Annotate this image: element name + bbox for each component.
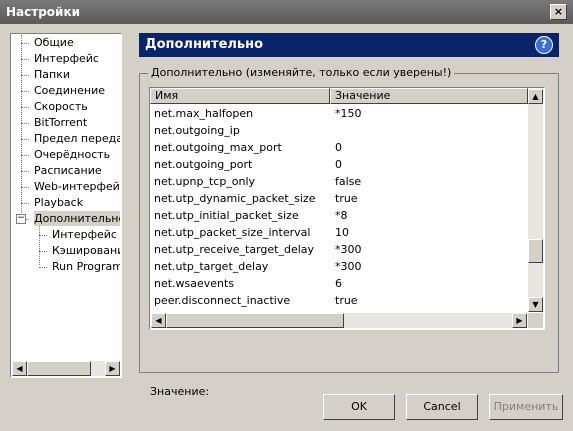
tree-guide-line: [21, 139, 29, 140]
scroll-right-icon[interactable]: ▶: [105, 361, 120, 376]
scroll-thumb[interactable]: [528, 239, 543, 263]
panel-title: Дополнительно: [145, 37, 264, 52]
cancel-button[interactable]: Cancel: [406, 394, 478, 420]
list-row[interactable]: net.utp_dynamic_packet_size true: [150, 190, 528, 207]
column-header-name[interactable]: Имя: [150, 88, 330, 104]
setting-name: net.outgoing_port: [154, 158, 253, 171]
setting-value: *8: [335, 209, 348, 222]
tree-guide-line: [21, 91, 29, 92]
advanced-panel: Дополнительно ? Дополнительно (изменяйте…: [139, 33, 559, 398]
setting-name: peer.disconnect_inactive: [154, 294, 291, 307]
list-row[interactable]: net.wsaevents 6: [150, 275, 528, 292]
setting-name: net.upnp_tcp_only: [154, 175, 256, 188]
column-header-value[interactable]: Значение: [330, 88, 528, 104]
setting-value: *300: [335, 260, 362, 273]
tree-item[interactable]: BitTorrent: [34, 115, 87, 130]
tree-guide-line: [21, 43, 29, 44]
tree-viewport: Общие Интерфейс Папки Соединение Скорость Bit…: [12, 35, 120, 360]
settings-list[interactable]: Имя Значение net.max_halfopen *150 net.out…: [149, 87, 545, 330]
window-title: Настройки: [6, 5, 81, 19]
scroll-thumb[interactable]: [166, 313, 344, 328]
tree-item[interactable]: Web-интерфейс: [34, 179, 120, 194]
tree-guide-line: [21, 35, 22, 217]
scroll-corner: [528, 313, 543, 328]
tree-item[interactable]: Playback: [34, 195, 83, 210]
scroll-up-icon[interactable]: ▲: [528, 89, 543, 104]
tree-item[interactable]: Run Program: [52, 259, 120, 274]
setting-name: net.max_halfopen: [154, 107, 254, 120]
panel-header: Дополнительно ?: [139, 33, 559, 57]
setting-value: true: [335, 192, 358, 205]
scroll-down-icon[interactable]: ▼: [528, 297, 543, 312]
tree-horizontal-scrollbar[interactable]: ◀ ▶: [12, 361, 120, 376]
tree-guide-line: [21, 203, 29, 204]
setting-value: 0: [335, 158, 342, 171]
tree-item[interactable]: Интерфейс: [34, 51, 99, 66]
scroll-right-icon[interactable]: ▶: [512, 313, 527, 328]
list-vertical-scrollbar[interactable]: ▲ ▼: [528, 89, 543, 312]
list-row[interactable]: net.outgoing_ip: [150, 122, 528, 139]
apply-button[interactable]: Применить: [489, 394, 563, 420]
close-icon[interactable]: ×: [550, 4, 567, 20]
list-row[interactable]: net.max_halfopen *150: [150, 105, 528, 122]
tree-item[interactable]: Предел передачи: [34, 131, 120, 146]
setting-name: net.utp_target_delay: [154, 260, 269, 273]
tree-item[interactable]: Скорость: [34, 99, 88, 114]
ok-button[interactable]: OK: [323, 394, 395, 420]
setting-name: net.outgoing_ip: [154, 124, 240, 137]
list-row[interactable]: net.utp_receive_target_delay *300: [150, 241, 528, 258]
setting-value: 10: [335, 226, 349, 239]
tree-guide-line: [21, 171, 29, 172]
setting-value: *300: [335, 243, 362, 256]
tree-item[interactable]: Соединение: [34, 83, 105, 98]
window-titlebar: Настройки ×: [0, 0, 573, 24]
list-horizontal-scrollbar[interactable]: ◀ ▶: [151, 313, 527, 328]
tree-guide-line: [21, 155, 29, 156]
setting-value: *150: [335, 107, 362, 120]
tree-guide-line: [39, 267, 47, 268]
list-row[interactable]: net.outgoing_max_port 0: [150, 139, 528, 156]
collapse-icon[interactable]: −: [16, 214, 26, 224]
setting-value: false: [335, 175, 362, 188]
tree-item[interactable]: Дополнительно: [34, 211, 120, 226]
tree-guide-line: [21, 123, 29, 124]
list-row[interactable]: peer.disconnect_inactive true: [150, 292, 528, 309]
scroll-left-icon[interactable]: ◀: [151, 313, 166, 328]
scroll-left-icon[interactable]: ◀: [12, 361, 27, 376]
advanced-group: Дополнительно (изменяйте, только если ув…: [139, 66, 559, 398]
tree-guide-line: [21, 59, 29, 60]
tree-item[interactable]: Очерёдность: [34, 147, 110, 162]
setting-name: net.utp_packet_size_interval: [154, 226, 311, 239]
setting-name: net.utp_initial_packet_size: [154, 209, 299, 222]
setting-value: true: [335, 294, 358, 307]
tree-guide-line: [39, 235, 47, 236]
tree-item[interactable]: Кэширование: [52, 243, 120, 258]
group-label: Дополнительно (изменяйте, только если ув…: [148, 66, 455, 79]
list-row[interactable]: net.utp_packet_size_interval 10: [150, 224, 528, 241]
value-label: Значение:: [150, 385, 210, 398]
tree-guide-line: [21, 187, 29, 188]
setting-name: net.outgoing_max_port: [154, 141, 282, 154]
tree-guide-line: [21, 107, 29, 108]
tree-item[interactable]: Общие: [34, 35, 74, 50]
list-header: Имя Значение: [150, 88, 528, 104]
setting-value: 6: [335, 277, 342, 290]
tree-guide-line: [39, 251, 47, 252]
tree-guide-line: [21, 75, 29, 76]
setting-value: 0: [335, 141, 342, 154]
list-row[interactable]: net.upnp_tcp_only false: [150, 173, 528, 190]
scroll-thumb[interactable]: [27, 361, 91, 376]
setting-name: net.utp_receive_target_delay: [154, 243, 315, 256]
help-icon[interactable]: ?: [535, 36, 553, 54]
list-row[interactable]: net.outgoing_port 0: [150, 156, 528, 173]
setting-name: net.utp_dynamic_packet_size: [154, 192, 316, 205]
setting-name: net.wsaevents: [154, 277, 235, 290]
tree-item[interactable]: Папки: [34, 67, 70, 82]
list-row[interactable]: net.utp_initial_packet_size *8: [150, 207, 528, 224]
list-row[interactable]: net.utp_target_delay *300: [150, 258, 528, 275]
settings-tree[interactable]: Общие Интерфейс Папки Соединение Скорость Bit…: [10, 33, 122, 378]
tree-item[interactable]: Расписание: [34, 163, 102, 178]
tree-item[interactable]: Интерфейс: [52, 227, 117, 242]
